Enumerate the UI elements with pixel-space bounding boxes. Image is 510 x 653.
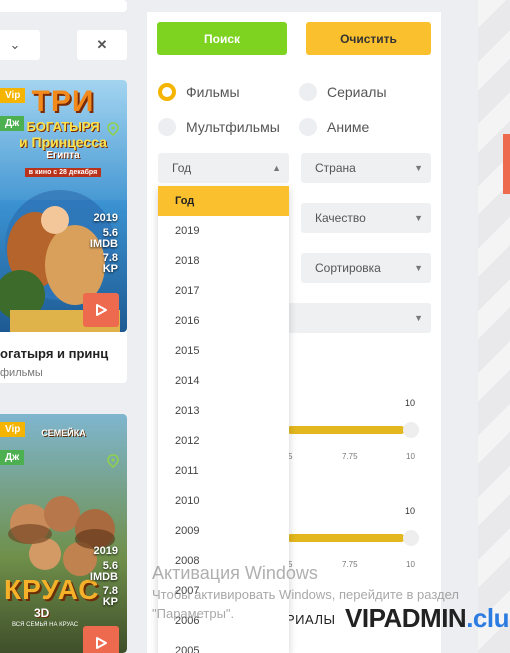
play-icon xyxy=(96,304,107,316)
radio-unselected-icon xyxy=(299,83,317,101)
year-option[interactable]: 2013 xyxy=(158,396,289,426)
card-stub-top xyxy=(0,0,127,12)
year-option[interactable]: 2005 xyxy=(158,636,289,653)
movie-card[interactable]: СЕМЕЙКА КРУАС 3D ВСЯ СЕМЬЯ НА КРУАС Vip … xyxy=(0,414,127,653)
play-button[interactable] xyxy=(83,626,119,653)
year-option[interactable]: 2014 xyxy=(158,366,289,396)
year-label: 2019 xyxy=(93,545,118,557)
slider-tick: 7.75 xyxy=(342,560,358,569)
extra-select[interactable]: ▼ xyxy=(287,303,431,333)
slider-handle[interactable] xyxy=(403,422,419,438)
year-option[interactable]: 2016 xyxy=(158,306,289,336)
vip-badge: Vip xyxy=(0,88,26,103)
chevron-down-icon: ▼ xyxy=(414,213,423,223)
movie-poster[interactable]: СЕМЕЙКА КРУАС 3D ВСЯ СЕМЬЯ НА КРУАС Vip … xyxy=(0,414,127,653)
kp-label: KP xyxy=(102,263,118,275)
kp-label: KP xyxy=(102,596,118,608)
sort-select[interactable]: Сортировка ▼ xyxy=(301,253,431,283)
movie-poster[interactable]: ТРИ БОГАТЫРЯ и Принцесса Египта в кино с… xyxy=(0,80,127,332)
play-icon xyxy=(96,637,107,649)
decorative-background-strip xyxy=(478,0,510,653)
location-pin-icon xyxy=(107,454,119,473)
subtitle-badge: Дж xyxy=(0,450,25,465)
imdb-label: IMDB xyxy=(89,238,118,250)
year-option[interactable]: 2010 xyxy=(158,486,289,516)
chevron-down-icon: ⌄ xyxy=(9,37,21,52)
year-option[interactable]: 2009 xyxy=(158,516,289,546)
movie-title[interactable]: огатыря и принц xyxy=(0,346,108,361)
radio-selected-icon xyxy=(158,83,176,101)
watermark-logo: VIPADMIN.club xyxy=(345,603,510,633)
slider-max-label: 10 xyxy=(405,506,416,516)
slider-tick: 10 xyxy=(406,560,415,569)
chevron-up-icon: ▲ xyxy=(272,163,281,173)
close-icon: ✕ xyxy=(96,37,108,52)
chevron-down-button[interactable]: ⌄ xyxy=(0,30,40,60)
play-button[interactable] xyxy=(83,293,119,327)
radio-series[interactable]: Сериалы xyxy=(299,83,387,101)
movie-genre: фильмы xyxy=(0,367,43,379)
chevron-down-icon: ▼ xyxy=(414,163,423,173)
slider-max-label: 10 xyxy=(405,398,416,408)
year-option[interactable]: 2017 xyxy=(158,276,289,306)
radio-movies[interactable]: Фильмы xyxy=(158,83,240,101)
movie-card[interactable]: ТРИ БОГАТЫРЯ и Принцесса Египта в кино с… xyxy=(0,80,127,383)
imdb-label: IMDB xyxy=(89,571,118,583)
year-label: 2019 xyxy=(93,212,118,224)
search-button[interactable]: Поиск xyxy=(157,22,287,55)
slider-tick: 10 xyxy=(406,452,415,461)
radio-unselected-icon xyxy=(158,118,176,136)
year-option[interactable]: 2018 xyxy=(158,246,289,276)
clear-button[interactable]: Очистить xyxy=(306,22,431,55)
location-pin-icon xyxy=(107,122,119,141)
windows-activation-title: Активация Windows xyxy=(152,563,318,583)
year-slider-track[interactable] xyxy=(287,534,405,542)
chevron-down-icon: ▼ xyxy=(414,313,423,323)
year-option[interactable]: 2012 xyxy=(158,426,289,456)
radio-anime[interactable]: Аниме xyxy=(299,118,369,136)
year-select[interactable]: Год ▲ xyxy=(158,153,289,183)
year-option[interactable]: 2011 xyxy=(158,456,289,486)
decorative-accent-bar xyxy=(503,134,510,194)
radio-cartoons[interactable]: Мультфильмы xyxy=(158,118,280,136)
year-option[interactable]: Год xyxy=(158,186,289,216)
close-button[interactable]: ✕ xyxy=(77,30,127,60)
slider-handle[interactable] xyxy=(403,530,419,546)
slider-tick: 7.75 xyxy=(342,452,358,461)
vip-badge: Vip xyxy=(0,422,26,437)
year-option[interactable]: 2015 xyxy=(158,336,289,366)
country-select[interactable]: Страна ▼ xyxy=(301,153,431,183)
chevron-down-icon: ▼ xyxy=(414,263,423,273)
radio-unselected-icon xyxy=(299,118,317,136)
year-option[interactable]: 2019 xyxy=(158,216,289,246)
subtitle-badge: Дж xyxy=(0,116,25,131)
quality-select[interactable]: Качество ▼ xyxy=(301,203,431,233)
rating-slider-track[interactable] xyxy=(287,426,405,434)
